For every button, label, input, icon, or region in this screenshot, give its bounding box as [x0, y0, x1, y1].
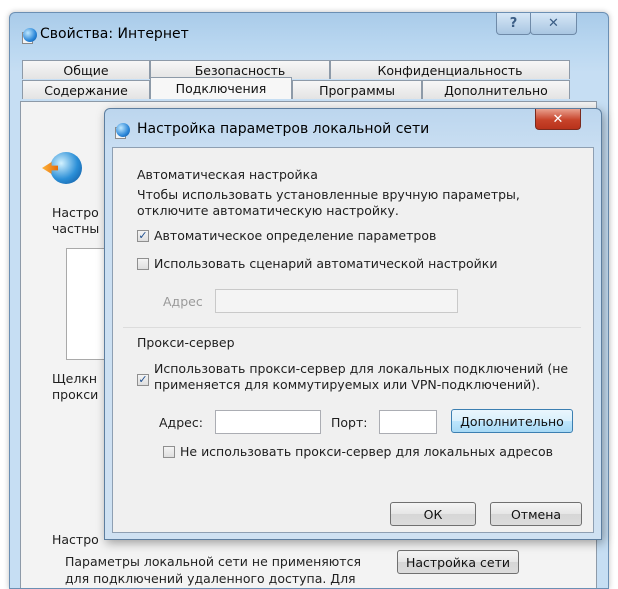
auto-script-label[interactable]: Использовать сценарий автоматической нас… [154, 255, 497, 272]
lan-section-fragment: Настро [52, 532, 99, 547]
auto-config-title: Автоматическая настройка [137, 167, 318, 182]
auto-script-checkbox[interactable] [137, 258, 149, 270]
auto-detect-label[interactable]: Автоматическое определение параметров [154, 227, 436, 244]
proxy-hint-fragment: Щелкн [52, 371, 98, 386]
proxy-hint-fragment-2: прокси [52, 387, 99, 402]
auto-config-group: Автоматическая настройка Чтобы использов… [123, 167, 581, 340]
tab-connections[interactable]: Подключения [150, 77, 292, 99]
setup-text-fragment: Настро [52, 205, 99, 220]
lan-note-text: Параметры локальной сети не применяются … [65, 553, 385, 587]
lan-dialog-icon [115, 121, 132, 139]
script-address-label: Адрес [163, 294, 203, 309]
tab-privacy[interactable]: Конфиденциальность [330, 60, 570, 79]
section-divider [123, 327, 581, 328]
bypass-local-label[interactable]: Не использовать прокси-сервер для локаль… [180, 443, 553, 460]
lan-settings-dialog: Настройка параметров локальной сети ✕ Ав… [104, 108, 602, 540]
proxy-address-input[interactable] [215, 410, 321, 434]
help-button[interactable]: ? [496, 13, 531, 35]
tab-programs[interactable]: Программы [292, 80, 422, 99]
auto-config-description-2: отключите автоматическую настройку. [137, 203, 399, 218]
script-address-input[interactable] [215, 289, 458, 313]
proxy-address-label: Адрес: [159, 415, 203, 430]
tab-content[interactable]: Содержание [22, 80, 150, 99]
use-proxy-label-1[interactable]: Использовать прокси-сервер для локальных… [154, 360, 568, 377]
lan-note-line-1: Параметры локальной сети не применяются [65, 554, 361, 569]
cancel-button[interactable]: Отмена [490, 502, 582, 526]
internet-options-icon [22, 26, 39, 44]
lan-settings-button[interactable]: Настройка сети [397, 550, 519, 574]
ok-button[interactable]: ОК [390, 502, 476, 526]
use-proxy-checkbox[interactable]: ✓ [137, 374, 149, 386]
proxy-title: Прокси-сервер [137, 335, 235, 350]
tab-advanced[interactable]: Дополнительно [422, 80, 570, 99]
proxy-port-label: Порт: [331, 415, 368, 430]
lan-dialog-body: Автоматическая настройка Чтобы использов… [112, 147, 594, 533]
tab-row-top: Общие Безопасность Конфиденциальность [22, 60, 570, 79]
auto-detect-checkbox[interactable]: ✓ [137, 230, 149, 242]
tab-row-bottom: Содержание Подключения Программы Дополни… [22, 77, 570, 99]
window-title: Свойства: Интернет [40, 26, 189, 42]
proxy-advanced-button[interactable]: Дополнительно [451, 409, 573, 433]
lan-dialog-close-button[interactable]: ✕ [535, 109, 581, 130]
lan-note-line-2: для подключений удаленного доступа. Для [65, 571, 356, 586]
bypass-local-checkbox[interactable] [163, 446, 175, 458]
auto-config-description-1: Чтобы использовать установленные вручную… [137, 187, 520, 202]
lan-dialog-title: Настройка параметров локальной сети [137, 121, 430, 137]
tab-general[interactable]: Общие [22, 60, 150, 79]
use-proxy-label-2[interactable]: применяется для коммутируемых или VPN-по… [154, 376, 540, 393]
setup-text-fragment-2: частны [52, 221, 100, 236]
proxy-port-input[interactable] [379, 410, 437, 434]
connection-setup-icon [50, 152, 82, 184]
close-button[interactable]: ✕ [530, 13, 577, 35]
proxy-group: Прокси-сервер ✓ Использовать прокси-серв… [123, 334, 581, 504]
